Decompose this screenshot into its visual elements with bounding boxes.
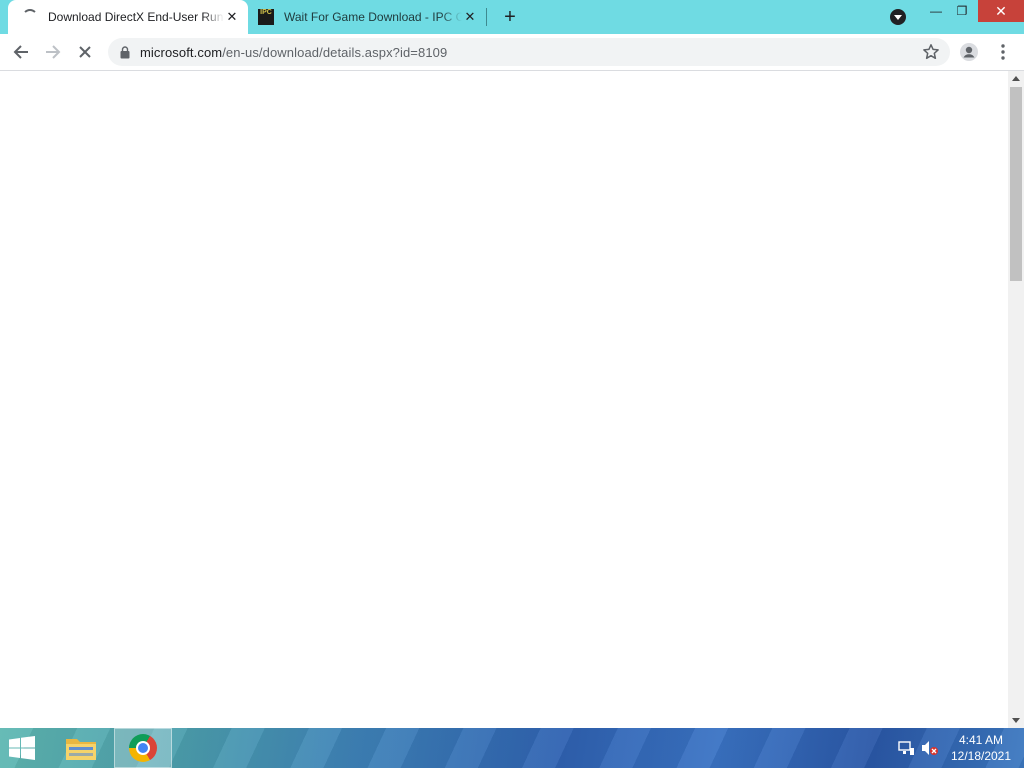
scroll-down-arrow-icon[interactable] <box>1012 718 1020 723</box>
forward-button[interactable] <box>40 39 66 65</box>
back-button[interactable] <box>8 39 34 65</box>
restore-button[interactable]: ❐ <box>946 0 978 22</box>
browser-toolbar: microsoft.com/en-us/download/details.asp… <box>0 34 1024 71</box>
system-clock[interactable]: 4:41 AM 12/18/2021 <box>946 732 1016 764</box>
arrow-left-icon <box>13 45 28 59</box>
url-domain: microsoft.com <box>140 44 223 60</box>
more-vertical-icon <box>1001 44 1005 60</box>
chrome-menu-button[interactable] <box>990 39 1016 65</box>
tab-separator <box>486 8 487 26</box>
account-icon <box>960 43 978 61</box>
profile-button[interactable] <box>956 39 982 65</box>
new-tab-button[interactable]: + <box>498 5 522 29</box>
tab-title: Wait For Game Download - IPC Games <box>284 10 462 24</box>
url-path: /en-us/download/details.aspx?id=8109 <box>222 44 448 60</box>
volume-muted-icon[interactable] <box>921 740 939 756</box>
tab-search-dropdown-icon[interactable] <box>890 9 906 25</box>
tab-wait-for-game-download[interactable]: IPC Wait For Game Download - IPC Games ✕ <box>250 0 486 34</box>
bookmark-star-icon[interactable] <box>922 43 940 61</box>
start-button[interactable] <box>8 736 38 760</box>
page-content <box>0 71 1008 728</box>
close-tab-icon[interactable]: ✕ <box>462 9 478 25</box>
scroll-thumb[interactable] <box>1010 87 1022 281</box>
close-tab-icon[interactable]: ✕ <box>224 9 240 25</box>
folder-icon <box>66 739 96 760</box>
stop-x-icon <box>79 46 91 58</box>
windows-logo-icon <box>9 736 35 760</box>
url-text: microsoft.com/en-us/download/details.asp… <box>140 45 447 60</box>
lock-icon <box>120 45 130 58</box>
taskbar-google-chrome[interactable] <box>114 728 172 768</box>
chrome-icon <box>129 734 157 762</box>
windows-taskbar: 4:41 AM 12/18/2021 <box>0 728 1024 768</box>
taskbar-file-explorer[interactable] <box>52 728 110 768</box>
close-window-button[interactable]: ✕ <box>978 0 1024 22</box>
arrow-right-icon <box>46 45 61 59</box>
vertical-scrollbar[interactable] <box>1008 71 1024 728</box>
address-bar[interactable]: microsoft.com/en-us/download/details.asp… <box>108 38 950 66</box>
clock-date: 12/18/2021 <box>950 749 1012 763</box>
tab-directx-download[interactable]: Download DirectX End-User Runtime Web In… <box>8 0 248 34</box>
stop-loading-button[interactable] <box>72 39 98 65</box>
scroll-up-arrow-icon[interactable] <box>1012 76 1020 81</box>
tab-title: Download DirectX End-User Runtime Web In… <box>48 10 224 24</box>
network-icon[interactable] <box>897 740 915 756</box>
clock-time: 4:41 AM <box>958 733 1004 747</box>
tab-strip: Download DirectX End-User Runtime Web In… <box>0 0 1024 34</box>
ipc-games-icon: IPC <box>258 9 274 25</box>
loading-spinner-icon <box>22 9 38 25</box>
